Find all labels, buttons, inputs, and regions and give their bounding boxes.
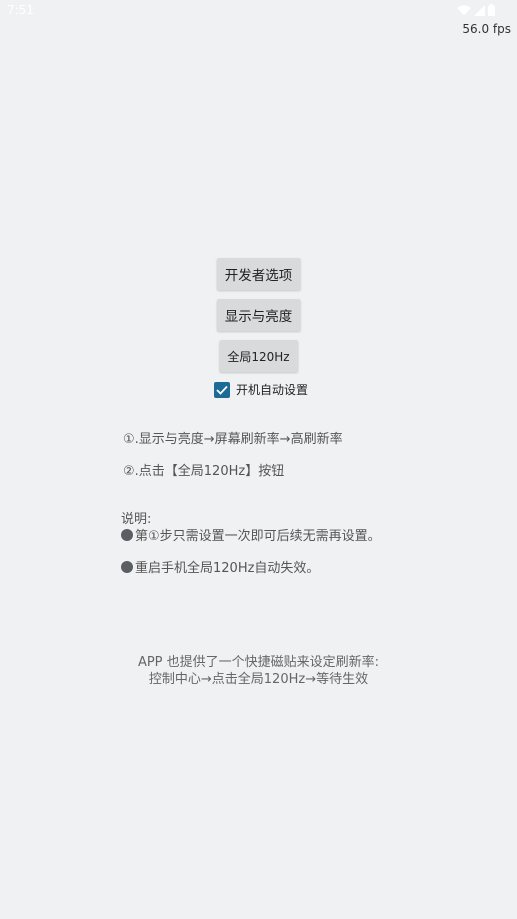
wifi-icon: [457, 4, 471, 15]
note-item: 第①步只需设置一次即可后续无需再设置。: [121, 525, 381, 544]
quick-tile-info-line-2: 控制中心→点击全局120Hz→等待生效: [148, 672, 369, 687]
display-brightness-button[interactable]: 显示与亮度: [216, 299, 301, 331]
global-120hz-button[interactable]: 全局120Hz: [219, 340, 298, 372]
note-text: 第①步只需设置一次即可后续无需再设置。: [135, 529, 381, 544]
bullet-dot-icon: [121, 561, 133, 573]
note-item: 重启手机全局120Hz自动失效。: [121, 557, 319, 576]
bullet-dot-icon: [121, 529, 133, 541]
app-screen: 7:51 56.0 fps 开发者选项 显示与亮度 全局120Hz 开机自动设置…: [0, 0, 517, 919]
status-bar: 7:51: [0, 0, 517, 22]
checkbox-label: 开机自动设置: [236, 383, 309, 397]
status-icons: [457, 4, 495, 16]
checkbox-checked-icon[interactable]: [214, 381, 230, 398]
instruction-step-2: ②.点击【全局120Hz】按钮: [123, 464, 285, 479]
auto-start-checkbox[interactable]: 开机自动设置: [214, 381, 308, 398]
quick-tile-info-line-1: APP 也提供了一个快捷磁贴来设定刷新率:: [137, 655, 380, 670]
developer-options-button[interactable]: 开发者选项: [216, 258, 301, 290]
note-text: 重启手机全局120Hz自动失效。: [135, 561, 320, 576]
fps-counter: 56.0 fps: [462, 22, 511, 36]
status-time: 7:51: [7, 3, 34, 17]
instruction-step-1: ①.显示与亮度→屏幕刷新率→高刷新率: [123, 432, 343, 447]
battery-icon: [488, 4, 495, 16]
signal-icon: [474, 4, 485, 16]
